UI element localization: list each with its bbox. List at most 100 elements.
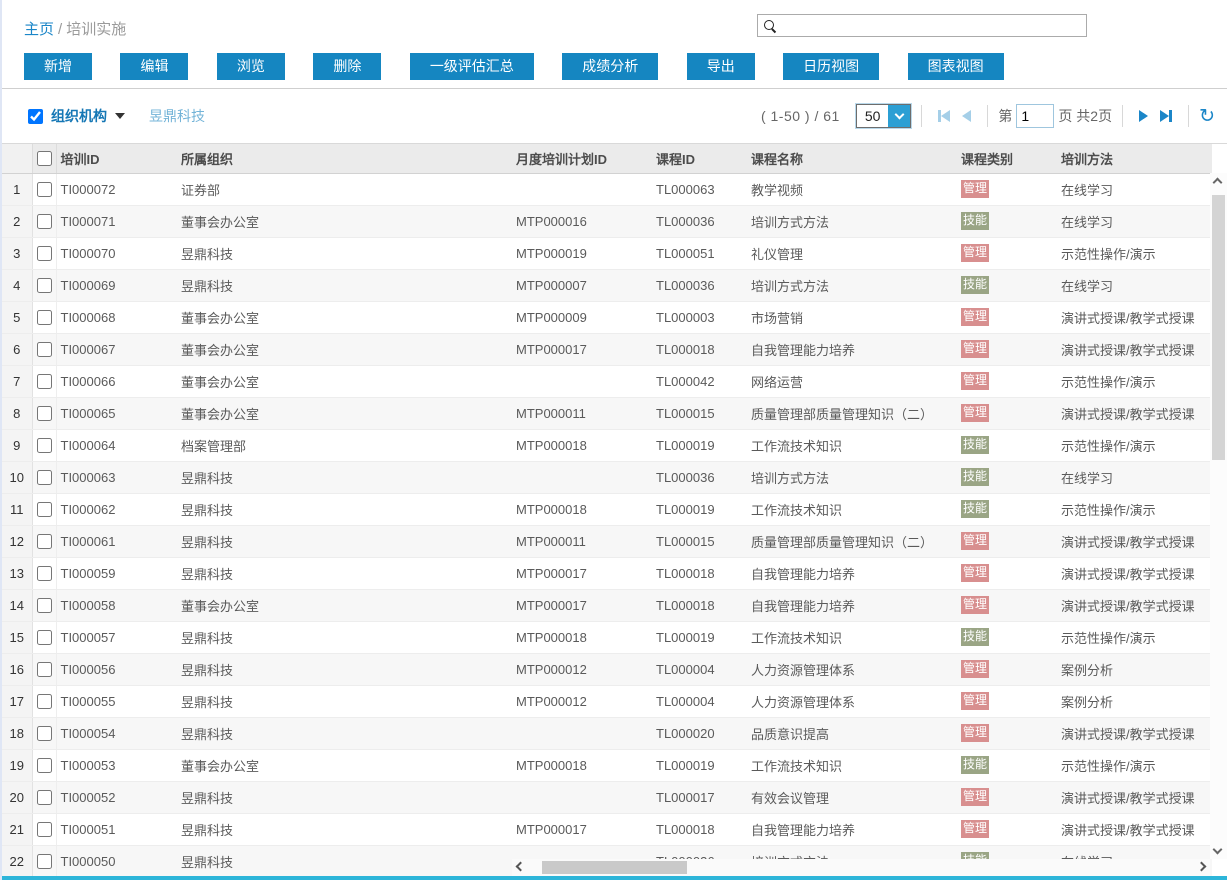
row-checkbox[interactable] <box>37 630 52 645</box>
col-header-course-name[interactable]: 课程名称 <box>747 144 957 173</box>
row-checkbox[interactable] <box>37 470 52 485</box>
row-checkbox-cell <box>32 429 56 461</box>
horizontal-scrollbar-thumb[interactable] <box>542 861 687 874</box>
row-checkbox-cell <box>32 365 56 397</box>
row-checkbox[interactable] <box>37 310 52 325</box>
category-badge: 管理 <box>961 372 989 390</box>
org-cell: 董事会办公室 <box>177 365 512 397</box>
table-row[interactable]: 2TI000071董事会办公室MTP000016TL000036培训方式方法技能… <box>2 205 1212 237</box>
next-page-icon[interactable] <box>1139 110 1148 122</box>
table-row[interactable]: 20TI000052昱鼎科技TL000017有效会议管理管理演讲式授课/教学式授… <box>2 781 1212 813</box>
page-number-input[interactable] <box>1016 104 1054 128</box>
table-row[interactable]: 3TI000070昱鼎科技MTP000019TL000051礼仪管理管理示范性操… <box>2 237 1212 269</box>
bottom-edge-bar <box>2 876 1227 880</box>
vertical-scrollbar[interactable] <box>1210 173 1227 859</box>
category-cell: 管理 <box>957 717 1057 749</box>
level1-summary-button[interactable]: 一级评估汇总 <box>410 53 534 80</box>
row-checkbox[interactable] <box>37 566 52 581</box>
table-row[interactable]: 21TI000051昱鼎科技MTP000017TL000018自我管理能力培养管… <box>2 813 1212 845</box>
row-checkbox[interactable] <box>37 214 52 229</box>
prev-page-icon[interactable] <box>962 110 971 122</box>
row-checkbox[interactable] <box>37 726 52 741</box>
scroll-right-icon[interactable] <box>1197 862 1207 872</box>
table-row[interactable]: 13TI000059昱鼎科技MTP000017TL000018自我管理能力培养管… <box>2 557 1212 589</box>
table-row[interactable]: 11TI000062昱鼎科技MTP000018TL000019工作流技术知识技能… <box>2 493 1212 525</box>
page-size-select[interactable]: 50 <box>856 104 912 128</box>
col-header-method[interactable]: 培训方法 <box>1057 144 1212 173</box>
horizontal-scrollbar[interactable] <box>512 859 1210 876</box>
method-cell: 示范性操作/演示 <box>1057 237 1212 269</box>
row-checkbox[interactable] <box>37 598 52 613</box>
table-row[interactable]: 9TI000064档案管理部MTP000018TL000019工作流技术知识技能… <box>2 429 1212 461</box>
row-checkbox[interactable] <box>37 534 52 549</box>
table-row[interactable]: 12TI000061昱鼎科技MTP000011TL000015质量管理部质量管理… <box>2 525 1212 557</box>
row-checkbox[interactable] <box>37 374 52 389</box>
table-row[interactable]: 5TI000068董事会办公室MTP000009TL000003市场营销管理演讲… <box>2 301 1212 333</box>
refresh-icon[interactable]: ↻ <box>1199 107 1215 126</box>
vertical-scrollbar-thumb[interactable] <box>1212 195 1225 460</box>
scroll-left-icon[interactable] <box>516 862 526 872</box>
row-number-cell: 8 <box>2 397 32 429</box>
org-filter-value-link[interactable]: 昱鼎科技 <box>149 106 205 126</box>
table-row[interactable]: 18TI000054昱鼎科技TL000020品质意识提高管理演讲式授课/教学式授… <box>2 717 1212 749</box>
row-checkbox[interactable] <box>37 406 52 421</box>
chart-view-button[interactable]: 图表视图 <box>908 53 1004 80</box>
method-cell: 在线学习 <box>1057 269 1212 301</box>
table-header-row: 培训ID 所属组织 月度培训计划ID 课程ID 课程名称 课程类别 培训方法 <box>2 144 1212 173</box>
scroll-down-icon[interactable] <box>1213 845 1223 855</box>
delete-button[interactable]: 删除 <box>313 53 381 80</box>
table-row[interactable]: 1TI000072证券部TL000063教学视频管理在线学习 <box>2 173 1212 205</box>
col-header-training-id[interactable]: 培训ID <box>56 144 177 173</box>
row-checkbox[interactable] <box>37 854 52 869</box>
table-row[interactable]: 15TI000057昱鼎科技MTP000018TL000019工作流技术知识技能… <box>2 621 1212 653</box>
table-row[interactable]: 6TI000067董事会办公室MTP000017TL000018自我管理能力培养… <box>2 333 1212 365</box>
row-checkbox[interactable] <box>37 278 52 293</box>
row-checkbox[interactable] <box>37 822 52 837</box>
add-button[interactable]: 新增 <box>24 53 92 80</box>
table-row[interactable]: 8TI000065董事会办公室MTP000011TL000015质量管理部质量管… <box>2 397 1212 429</box>
col-header-course-id[interactable]: 课程ID <box>652 144 747 173</box>
org-filter-label[interactable]: 组织机构 <box>51 106 107 126</box>
table-row[interactable]: 16TI000056昱鼎科技MTP000012TL000004人力资源管理体系管… <box>2 653 1212 685</box>
breadcrumb-home-link[interactable]: 主页 <box>24 21 54 38</box>
row-checkbox[interactable] <box>37 438 52 453</box>
row-checkbox[interactable] <box>37 758 52 773</box>
row-checkbox[interactable] <box>37 502 52 517</box>
table-row[interactable]: 10TI000063昱鼎科技TL000036培训方式方法技能在线学习 <box>2 461 1212 493</box>
table-row[interactable]: 19TI000053董事会办公室MTP000018TL000019工作流技术知识… <box>2 749 1212 781</box>
row-number-cell: 16 <box>2 653 32 685</box>
row-checkbox[interactable] <box>37 790 52 805</box>
scroll-up-icon[interactable] <box>1213 178 1223 188</box>
training-id-cell: TI000061 <box>56 525 177 557</box>
row-checkbox[interactable] <box>37 694 52 709</box>
row-checkbox[interactable] <box>37 246 52 261</box>
page-size-dropdown-icon[interactable] <box>888 105 910 127</box>
col-header-category[interactable]: 课程类别 <box>957 144 1057 173</box>
search-box[interactable] <box>757 14 1087 37</box>
chevron-down-icon[interactable] <box>115 113 125 119</box>
training-id-cell: TI000054 <box>56 717 177 749</box>
edit-button[interactable]: 编辑 <box>120 53 188 80</box>
mtp-id-cell: MTP000017 <box>512 557 652 589</box>
table-row[interactable]: 4TI000069昱鼎科技MTP000007TL000036培训方式方法技能在线… <box>2 269 1212 301</box>
export-button[interactable]: 导出 <box>687 53 755 80</box>
table-row[interactable]: 14TI000058董事会办公室MTP000017TL000018自我管理能力培… <box>2 589 1212 621</box>
table-row[interactable]: 7TI000066董事会办公室TL000042网络运营管理示范性操作/演示 <box>2 365 1212 397</box>
row-checkbox[interactable] <box>37 182 52 197</box>
table-row[interactable]: 17TI000055昱鼎科技MTP000012TL000004人力资源管理体系管… <box>2 685 1212 717</box>
search-input[interactable] <box>777 16 1086 35</box>
calendar-view-button[interactable]: 日历视图 <box>783 53 879 80</box>
score-analysis-button[interactable]: 成绩分析 <box>562 53 658 80</box>
org-filter-checkbox[interactable] <box>28 109 43 124</box>
row-checkbox[interactable] <box>37 662 52 677</box>
row-checkbox-cell <box>32 589 56 621</box>
mtp-id-cell: MTP000018 <box>512 429 652 461</box>
course-name-cell: 人力资源管理体系 <box>747 653 957 685</box>
row-checkbox[interactable] <box>37 342 52 357</box>
select-all-checkbox[interactable] <box>37 151 52 166</box>
col-header-mtp-id[interactable]: 月度培训计划ID <box>512 144 652 173</box>
view-button[interactable]: 浏览 <box>217 53 285 80</box>
first-page-icon[interactable] <box>938 110 950 122</box>
last-page-icon[interactable] <box>1160 110 1172 122</box>
col-header-org[interactable]: 所属组织 <box>177 144 512 173</box>
